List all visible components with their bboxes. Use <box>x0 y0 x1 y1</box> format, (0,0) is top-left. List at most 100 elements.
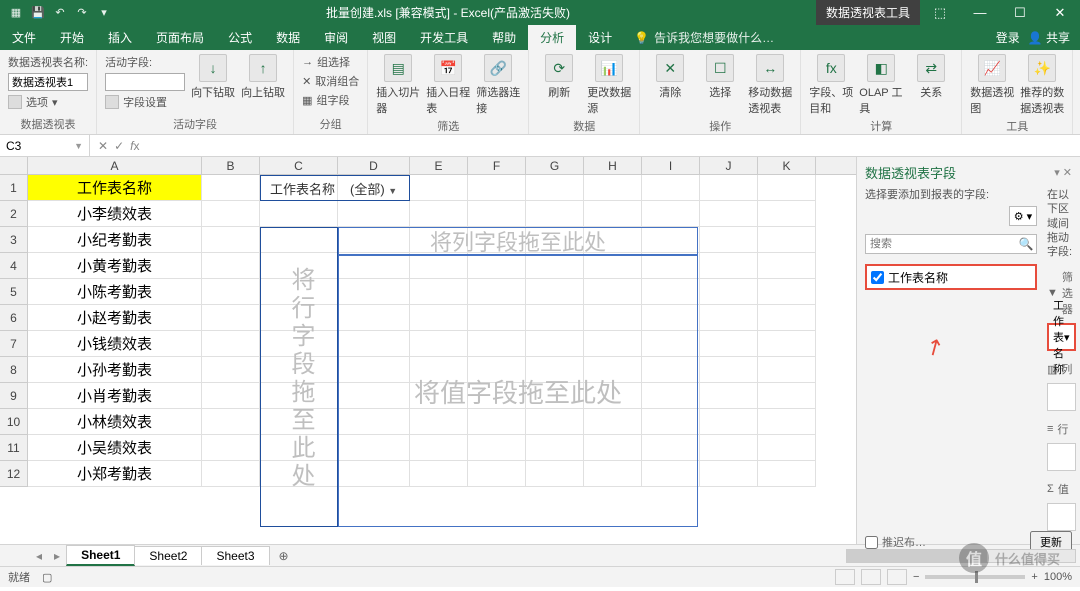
col-head[interactable]: H <box>584 157 642 174</box>
cell[interactable] <box>410 201 468 227</box>
pt-name-input[interactable] <box>8 73 88 91</box>
pane-dropdown-icon[interactable]: ▾ <box>1054 167 1060 179</box>
defer-checkbox[interactable] <box>865 536 878 549</box>
tab-analyze[interactable]: 分析 <box>528 25 576 50</box>
row-head[interactable]: 2 <box>0 201 28 227</box>
change-src-button[interactable]: 📊更改数据源 <box>587 54 631 116</box>
row-head[interactable]: 5 <box>0 279 28 305</box>
cell[interactable] <box>758 305 816 331</box>
timeline-button[interactable]: 📅插入日程表 <box>426 54 470 116</box>
cell[interactable] <box>758 383 816 409</box>
chevron-down-icon[interactable]: ▾ <box>1064 331 1070 344</box>
cell[interactable] <box>700 227 758 253</box>
cell[interactable] <box>700 253 758 279</box>
cell[interactable] <box>202 409 260 435</box>
tell-me[interactable]: 💡告诉我您想要做什么… <box>624 25 784 50</box>
cell[interactable] <box>758 279 816 305</box>
field-search[interactable]: 🔍 <box>865 234 1037 254</box>
view-normal-icon[interactable] <box>835 569 855 585</box>
save-icon[interactable]: 💾 <box>30 5 46 21</box>
cell[interactable] <box>700 435 758 461</box>
qat-more-icon[interactable]: ▾ <box>96 5 112 21</box>
cell[interactable] <box>700 409 758 435</box>
drill-down-button[interactable]: ↓向下钻取 <box>191 54 235 100</box>
chevron-down-icon[interactable]: ▼ <box>388 186 397 196</box>
select-all-corner[interactable] <box>0 157 28 174</box>
tab-formulas[interactable]: 公式 <box>216 25 264 50</box>
cell[interactable]: 工作表名称 <box>28 175 202 201</box>
redo-icon[interactable]: ↷ <box>74 5 90 21</box>
tab-review[interactable]: 审阅 <box>312 25 360 50</box>
row-head[interactable]: 11 <box>0 435 28 461</box>
sheet-tab[interactable]: Sheet3 <box>201 546 269 565</box>
tab-home[interactable]: 开始 <box>48 25 96 50</box>
cell[interactable] <box>202 357 260 383</box>
cell[interactable] <box>700 305 758 331</box>
cell[interactable] <box>202 435 260 461</box>
cell[interactable] <box>700 279 758 305</box>
row-head[interactable]: 10 <box>0 409 28 435</box>
row-head[interactable]: 4 <box>0 253 28 279</box>
minimize-icon[interactable]: ― <box>960 0 1000 25</box>
field-checkbox[interactable] <box>871 271 884 284</box>
field-settings-button[interactable]: 字段设置 <box>105 94 185 110</box>
cell[interactable] <box>260 227 338 253</box>
cell[interactable]: 小黄考勤表 <box>28 253 202 279</box>
pivot-filter-value[interactable]: (全部) ▼ <box>345 177 402 200</box>
cell[interactable]: 小吴绩效表 <box>28 435 202 461</box>
drill-up-button[interactable]: ↑向上钻取 <box>241 54 285 100</box>
cancel-icon[interactable]: ✕ <box>98 139 108 153</box>
view-layout-icon[interactable] <box>861 569 881 585</box>
cell[interactable] <box>526 201 584 227</box>
col-head[interactable]: E <box>410 157 468 174</box>
row-head[interactable]: 8 <box>0 357 28 383</box>
col-head[interactable]: D <box>338 157 410 174</box>
area-cols-box[interactable] <box>1047 383 1076 411</box>
sheet-tab[interactable]: Sheet2 <box>134 546 202 565</box>
group-sel-button[interactable]: → 组选择 <box>302 54 359 70</box>
col-head[interactable]: A <box>28 157 202 174</box>
col-head[interactable]: B <box>202 157 260 174</box>
area-vals-box[interactable] <box>1047 503 1076 531</box>
cell[interactable] <box>758 331 816 357</box>
sheet-nav-next[interactable]: ▸ <box>48 549 66 563</box>
view-break-icon[interactable] <box>887 569 907 585</box>
tab-help[interactable]: 帮助 <box>480 25 528 50</box>
cell[interactable]: 小孙考勤表 <box>28 357 202 383</box>
row-head[interactable]: 12 <box>0 461 28 487</box>
slicer-button[interactable]: ▤插入切片器 <box>376 54 420 116</box>
cell[interactable]: 小陈考勤表 <box>28 279 202 305</box>
col-head[interactable]: K <box>758 157 816 174</box>
enter-icon[interactable]: ✓ <box>114 139 124 153</box>
cell[interactable] <box>758 435 816 461</box>
cell[interactable] <box>526 175 584 201</box>
row-head[interactable]: 9 <box>0 383 28 409</box>
cell[interactable] <box>584 175 642 201</box>
field-item[interactable]: 工作表名称 <box>865 264 1037 290</box>
cell[interactable]: 小纪考勤表 <box>28 227 202 253</box>
sheet-nav-prev[interactable]: ◂ <box>30 549 48 563</box>
tab-data[interactable]: 数据 <box>264 25 312 50</box>
cell[interactable] <box>202 305 260 331</box>
macro-rec-icon[interactable]: ▢ <box>42 571 52 584</box>
clear-button[interactable]: ✕清除 <box>648 54 692 100</box>
area-rows-box[interactable] <box>1047 443 1076 471</box>
recommend-button[interactable]: ✨推荐的数据透视表 <box>1020 54 1064 116</box>
col-head[interactable]: F <box>468 157 526 174</box>
cell[interactable] <box>758 253 816 279</box>
col-head[interactable]: J <box>700 157 758 174</box>
cell[interactable] <box>260 201 338 227</box>
cell[interactable] <box>758 409 816 435</box>
new-sheet-icon[interactable]: ⊕ <box>269 549 299 563</box>
select-button[interactable]: ☐选择 <box>698 54 742 100</box>
row-head[interactable]: 1 <box>0 175 28 201</box>
fx-icon[interactable]: fx <box>130 139 139 153</box>
cell[interactable] <box>700 383 758 409</box>
olap-button[interactable]: ◧OLAP 工具 <box>859 54 903 116</box>
row-head[interactable]: 7 <box>0 331 28 357</box>
tab-dev[interactable]: 开发工具 <box>408 25 480 50</box>
cell[interactable] <box>758 461 816 487</box>
cell[interactable] <box>202 331 260 357</box>
col-head[interactable]: C <box>260 157 338 174</box>
options-button[interactable]: 选项 ▾ <box>8 94 88 110</box>
